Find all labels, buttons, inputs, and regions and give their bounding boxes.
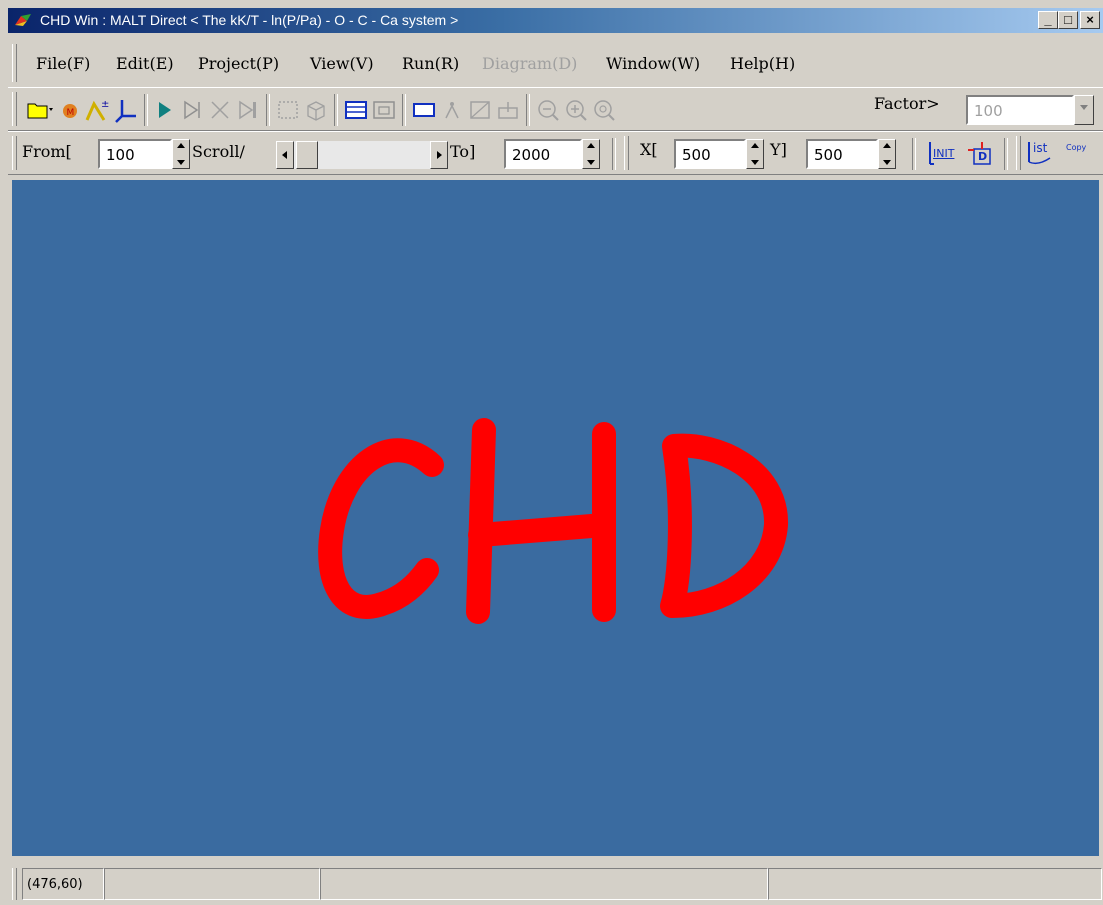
menu-view[interactable]: View(V) bbox=[310, 54, 374, 73]
toolbar-grip[interactable] bbox=[624, 136, 629, 170]
cross-step-icon[interactable] bbox=[206, 96, 234, 124]
menu-window[interactable]: Window(W) bbox=[606, 54, 700, 73]
toolbar-separator bbox=[912, 138, 916, 170]
minimize-button[interactable]: _ bbox=[1038, 11, 1058, 29]
range-toolbar: From[ 100 Scroll/ To] 2000 X[ 500 Y] 500 bbox=[8, 131, 1103, 175]
d-label: D bbox=[978, 150, 988, 163]
menubar-grip[interactable] bbox=[12, 44, 17, 82]
app-logo-icon bbox=[15, 14, 31, 26]
zoom-factor-icon[interactable] bbox=[590, 96, 618, 124]
menu-edit[interactable]: Edit(E) bbox=[116, 54, 174, 73]
y-spinner[interactable] bbox=[878, 139, 896, 169]
letter-d bbox=[660, 433, 788, 618]
title-bar[interactable]: CHD Win : MALT Direct < The kK/T - ln(P/… bbox=[8, 8, 1103, 33]
letter-c bbox=[318, 438, 444, 619]
toolbar-separator bbox=[1004, 138, 1008, 170]
svg-text:±: ± bbox=[101, 99, 109, 110]
canvas-drawing bbox=[318, 418, 788, 624]
app-window: CHD Win : MALT Direct < The kK/T - ln(P/… bbox=[0, 0, 1103, 905]
axes-icon[interactable] bbox=[112, 96, 140, 124]
scroll-thumb[interactable] bbox=[296, 141, 318, 169]
to-spinner[interactable] bbox=[582, 139, 600, 169]
status-panel bbox=[104, 868, 320, 900]
arrow-left-icon bbox=[282, 151, 287, 159]
3d-box-icon[interactable] bbox=[302, 96, 330, 124]
status-panel bbox=[768, 868, 1102, 900]
scroll-label: Scroll/ bbox=[192, 142, 245, 161]
x-input[interactable]: 500 bbox=[674, 139, 746, 169]
toolbar-grip[interactable] bbox=[1016, 136, 1021, 170]
frame-view-icon[interactable] bbox=[370, 96, 398, 124]
zoom-out-icon[interactable] bbox=[534, 96, 562, 124]
menu-help[interactable]: Help(H) bbox=[730, 54, 795, 73]
toolbar-separator bbox=[526, 94, 530, 126]
y-label: Y] bbox=[770, 140, 787, 159]
d-button[interactable]: D bbox=[968, 140, 996, 168]
menu-file[interactable]: File(F) bbox=[36, 54, 90, 73]
step-icon[interactable] bbox=[178, 96, 206, 124]
window-title: CHD Win : MALT Direct < The kK/T - ln(P/… bbox=[40, 12, 459, 28]
letter-h-bar bbox=[468, 513, 616, 547]
letter-h-left bbox=[466, 418, 496, 624]
from-spinner[interactable] bbox=[172, 139, 190, 169]
list-button[interactable]: ist bbox=[1026, 140, 1060, 168]
menu-project[interactable]: Project(P) bbox=[198, 54, 279, 73]
toolbar-separator bbox=[402, 94, 406, 126]
open-folder-icon[interactable] bbox=[26, 96, 54, 124]
malt-icon[interactable]: M bbox=[56, 96, 84, 124]
toolbar-separator bbox=[266, 94, 270, 126]
close-button[interactable]: × bbox=[1080, 11, 1100, 29]
copy-button[interactable]: Copy bbox=[1066, 143, 1086, 152]
point-icon[interactable] bbox=[438, 96, 466, 124]
toolbar-separator bbox=[612, 138, 616, 170]
scroll-left-arrow[interactable] bbox=[276, 141, 294, 169]
list-view-icon[interactable] bbox=[342, 96, 370, 124]
toolbar-grip[interactable] bbox=[12, 136, 17, 170]
menu-bar: File(F) Edit(E) Project(P) View(V) Run(R… bbox=[8, 40, 1058, 86]
from-label: From[ bbox=[22, 142, 72, 161]
list-label: ist bbox=[1033, 141, 1048, 155]
menu-diagram[interactable]: Diagram(D) bbox=[482, 54, 577, 73]
menu-run[interactable]: Run(R) bbox=[402, 54, 459, 73]
label-icon[interactable] bbox=[494, 96, 522, 124]
x-spinner[interactable] bbox=[746, 139, 764, 169]
zoom-in-icon[interactable] bbox=[562, 96, 590, 124]
factor-dropdown[interactable]: 100 bbox=[966, 95, 1074, 125]
diagram-canvas[interactable] bbox=[12, 180, 1099, 856]
maximize-button[interactable]: □ bbox=[1058, 11, 1078, 29]
from-input[interactable]: 100 bbox=[98, 139, 172, 169]
main-toolbar: M ± Factor> 100 bbox=[8, 87, 1103, 131]
statusbar-grip bbox=[12, 868, 17, 900]
toolbar-grip[interactable] bbox=[12, 92, 17, 126]
zoom-box-icon[interactable] bbox=[466, 96, 494, 124]
init-label: INIT bbox=[933, 147, 955, 160]
scroll-bar[interactable] bbox=[276, 141, 448, 169]
status-bar: (476,60) bbox=[8, 864, 1103, 902]
rectangle-icon[interactable] bbox=[410, 96, 438, 124]
x-label: X[ bbox=[640, 140, 658, 159]
y-input[interactable]: 500 bbox=[806, 139, 878, 169]
factor-label: Factor> bbox=[874, 94, 940, 113]
to-label: To] bbox=[450, 142, 476, 161]
species-edit-icon[interactable]: ± bbox=[84, 96, 112, 124]
to-input[interactable]: 2000 bbox=[504, 139, 582, 169]
status-panel bbox=[320, 868, 768, 900]
forward-icon[interactable] bbox=[234, 96, 262, 124]
arrow-right-icon bbox=[437, 151, 442, 159]
select-rect-icon[interactable] bbox=[274, 96, 302, 124]
svg-text:M: M bbox=[67, 108, 75, 118]
init-button[interactable]: INIT bbox=[928, 142, 960, 168]
status-coords: (476,60) bbox=[22, 868, 104, 900]
toolbar-separator bbox=[334, 94, 338, 126]
factor-dropdown-arrow[interactable] bbox=[1074, 95, 1094, 125]
chd-handwritten-text bbox=[318, 418, 788, 624]
run-icon[interactable] bbox=[150, 96, 178, 124]
scroll-right-arrow[interactable] bbox=[430, 141, 448, 169]
toolbar-separator bbox=[144, 94, 148, 126]
